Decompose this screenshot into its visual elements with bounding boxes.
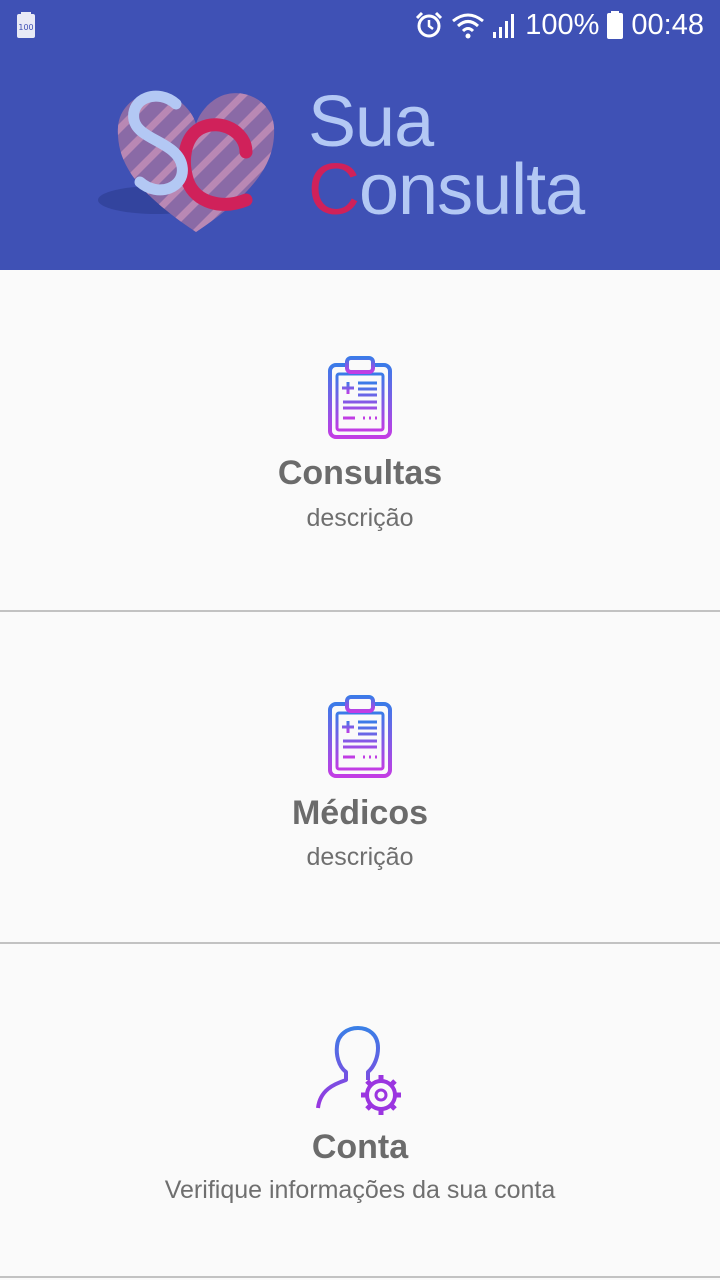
menu-item-consultas[interactable]: Consultas descrição [0,270,720,612]
menu-item-title: Consultas [277,454,443,492]
logo-wordmark: Sua Consulta [308,82,585,226]
clock-time: 00:48 [631,8,704,41]
menu-item-title: Conta [311,1128,409,1166]
logo-letter-c: C [308,150,360,230]
heart-logo-icon [98,90,275,232]
app-header: 100 100% 00:48 Sua Consulta [0,0,720,270]
logo-word-onsulta: onsulta [359,150,585,230]
battery-saver-label: 100 [18,23,33,32]
menu-item-title: Médicos [291,794,429,832]
user-settings-icon [316,1026,401,1115]
status-bar: 100 100% 00:48 [0,0,720,50]
clipboard-icon [328,695,392,778]
battery-percent: 100% [525,8,600,41]
menu-item-conta[interactable]: Conta Verifique informações da sua conta [0,944,720,1278]
signal-icon [493,12,517,38]
battery-icon [607,11,624,39]
menu-item-description: descrição [306,843,414,871]
logo-word-sua: Sua [308,82,434,162]
menu-item-description: Verifique informações da sua conta [164,1176,556,1204]
alarm-icon [415,11,443,39]
app-logo: Sua Consulta [96,82,616,242]
clipboard-icon [328,356,392,439]
battery-saver-icon: 100 [17,12,35,43]
menu-item-medicos[interactable]: Médicos descrição [0,612,720,944]
menu-item-description: descrição [306,504,414,532]
wifi-icon [451,11,485,39]
